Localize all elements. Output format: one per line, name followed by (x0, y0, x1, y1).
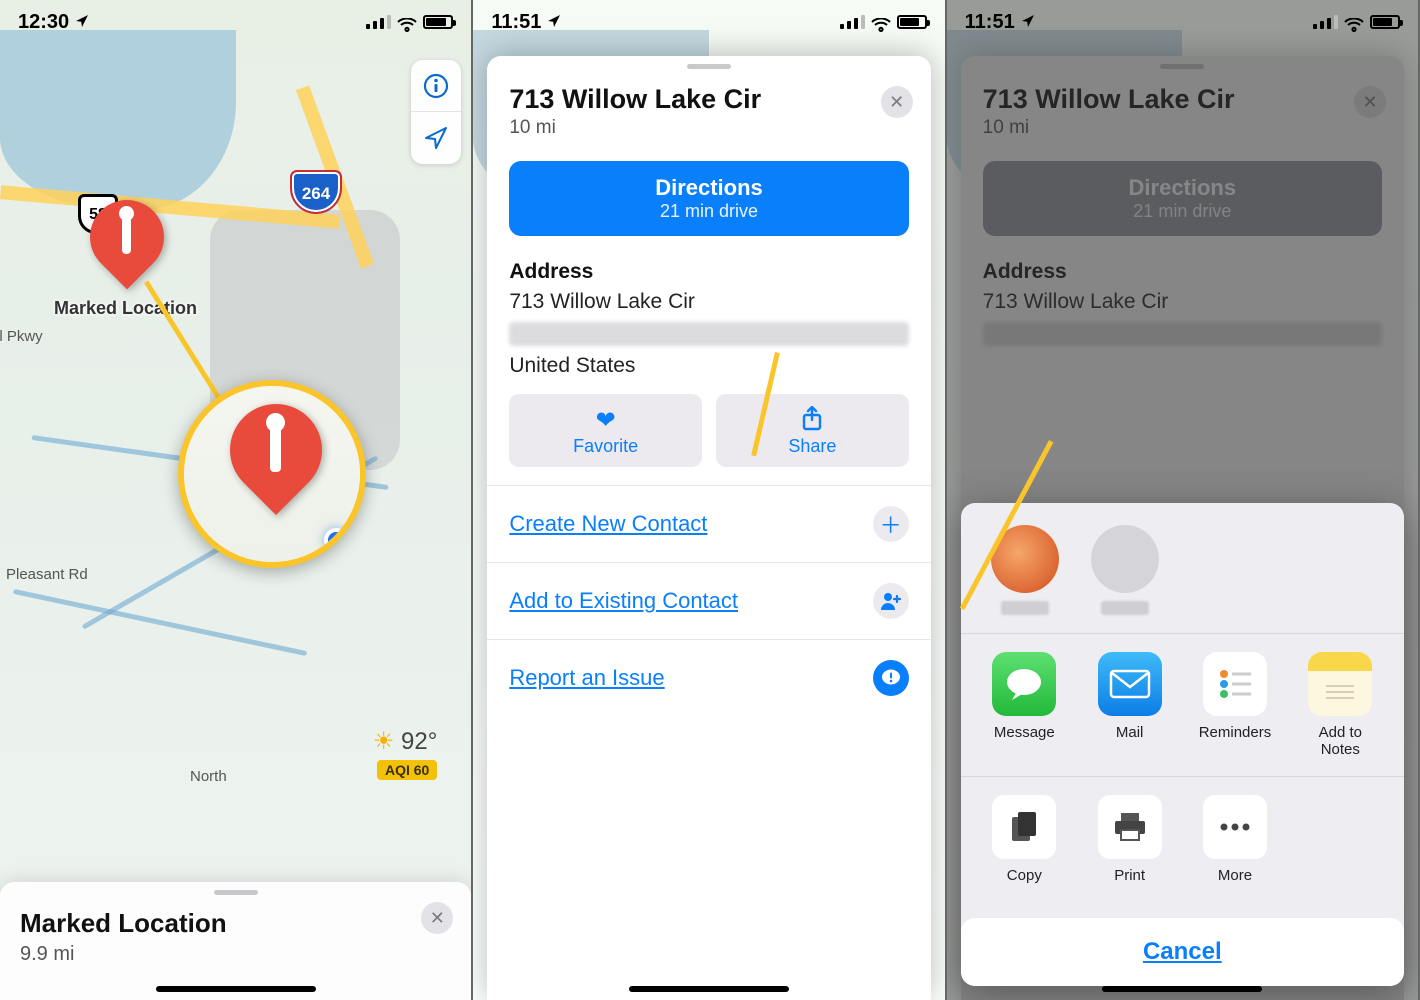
share-sheet: Message Mail Reminders Add to Notes (961, 503, 1404, 986)
status-bar: 11:51 (947, 0, 1418, 44)
home-indicator[interactable] (1102, 986, 1262, 992)
share-button[interactable]: Share (716, 394, 909, 467)
home-indicator[interactable] (629, 986, 789, 992)
map-pin-icon[interactable] (90, 200, 166, 300)
share-app-reminders[interactable]: Reminders (1193, 652, 1276, 758)
action-buttons-row: ❤︎ Favorite Share (487, 380, 930, 475)
share-action-copy[interactable]: Copy (983, 795, 1066, 884)
place-sheet[interactable]: ✕ 713 Willow Lake Cir 10 mi Directions 2… (487, 56, 930, 1000)
close-button[interactable]: ✕ (881, 86, 913, 118)
card-title: Marked Location (20, 908, 451, 939)
contact-name-redacted (1101, 601, 1149, 615)
person-plus-icon (873, 583, 909, 619)
share-action-print[interactable]: Print (1088, 795, 1171, 884)
status-time: 12:30 (18, 11, 69, 34)
cancel-button[interactable]: Cancel (961, 918, 1404, 986)
aqi-badge: AQI 60 (377, 760, 437, 780)
address-redacted (509, 322, 908, 346)
marked-location-card[interactable]: ✕ Marked Location 9.9 mi (0, 882, 471, 1000)
heart-icon: ❤︎ (509, 406, 702, 434)
place-distance: 10 mi (509, 117, 908, 139)
sheet-grabber[interactable] (687, 64, 731, 69)
address-heading: Address (487, 254, 930, 288)
map-info-button[interactable] (411, 60, 461, 112)
plus-icon: ＋ (873, 506, 909, 542)
road-yellow (0, 185, 340, 229)
more-icon (1203, 795, 1267, 859)
location-services-icon (75, 11, 89, 34)
report-icon (873, 660, 909, 696)
directions-label: Directions (509, 175, 908, 201)
share-actions-row: Copy Print More x (961, 777, 1404, 906)
place-title: 713 Willow Lake Cir (509, 84, 908, 115)
status-bar: 12:30 (0, 0, 471, 44)
temp-value: 92° (401, 728, 437, 755)
print-icon (1098, 795, 1162, 859)
user-location-dot-icon (324, 528, 348, 552)
contact-avatar (1091, 525, 1159, 593)
signal-icon (366, 15, 391, 29)
share-app-notes[interactable]: Add to Notes (1299, 652, 1382, 758)
interstate-264-shield: 264 (290, 170, 342, 214)
magnifier-pin (178, 380, 366, 568)
reminders-app-icon (1203, 652, 1267, 716)
message-app-icon (992, 652, 1056, 716)
share-action-more[interactable]: More (1193, 795, 1276, 884)
weather-widget[interactable]: ☀︎ 92° AQI 60 (373, 727, 437, 780)
road-label: North (190, 768, 227, 785)
report-issue-row[interactable]: Report an Issue (487, 639, 930, 716)
share-icon (716, 406, 909, 434)
copy-icon (992, 795, 1056, 859)
map-controls (411, 60, 461, 164)
contact-name-redacted (1001, 601, 1049, 615)
status-bar: 11:51 (473, 0, 944, 44)
share-contact[interactable] (1089, 525, 1161, 615)
mail-app-icon (1098, 652, 1162, 716)
panel-place-card: 11:51 ✕ 713 Willow Lake Cir 10 mi Direct… (473, 0, 946, 1000)
map-pin-label: Marked Location (54, 298, 197, 319)
directions-button[interactable]: Directions 21 min drive (509, 161, 908, 236)
pin-icon (230, 404, 324, 524)
battery-icon (1370, 15, 1400, 29)
road-label: ll Pkwy (0, 328, 43, 345)
address-country: United States (487, 352, 930, 380)
wifi-icon (1344, 15, 1364, 29)
battery-icon (897, 15, 927, 29)
directions-time: 21 min drive (509, 201, 908, 222)
wifi-icon (871, 15, 891, 29)
status-time: 11:51 (491, 11, 541, 34)
panel-share-sheet: 11:51 ✕ 713 Willow Lake Cir 10 mi Direct… (947, 0, 1420, 1000)
status-time: 11:51 (965, 11, 1015, 34)
home-indicator[interactable] (156, 986, 316, 992)
battery-icon (423, 15, 453, 29)
share-app-message[interactable]: Message (983, 652, 1066, 758)
signal-icon (840, 15, 865, 29)
address-line1: 713 Willow Lake Cir (487, 288, 930, 316)
sheet-grabber[interactable] (214, 890, 258, 895)
share-contacts-row (961, 521, 1404, 633)
panel-map-pin: 264 58 ll Pkwy Pleasant Rd North Marked … (0, 0, 473, 1000)
signal-icon (1313, 15, 1338, 29)
location-services-icon (1021, 11, 1035, 34)
map-locate-button[interactable] (411, 112, 461, 164)
notes-app-icon (1308, 652, 1372, 716)
card-distance: 9.9 mi (20, 943, 451, 966)
share-apps-row: Message Mail Reminders Add to Notes (961, 634, 1404, 776)
create-contact-row[interactable]: Create New Contact ＋ (487, 485, 930, 562)
add-existing-contact-row[interactable]: Add to Existing Contact (487, 562, 930, 639)
location-services-icon (547, 11, 561, 34)
share-app-mail[interactable]: Mail (1088, 652, 1171, 758)
favorite-button[interactable]: ❤︎ Favorite (509, 394, 702, 467)
wifi-icon (397, 15, 417, 29)
